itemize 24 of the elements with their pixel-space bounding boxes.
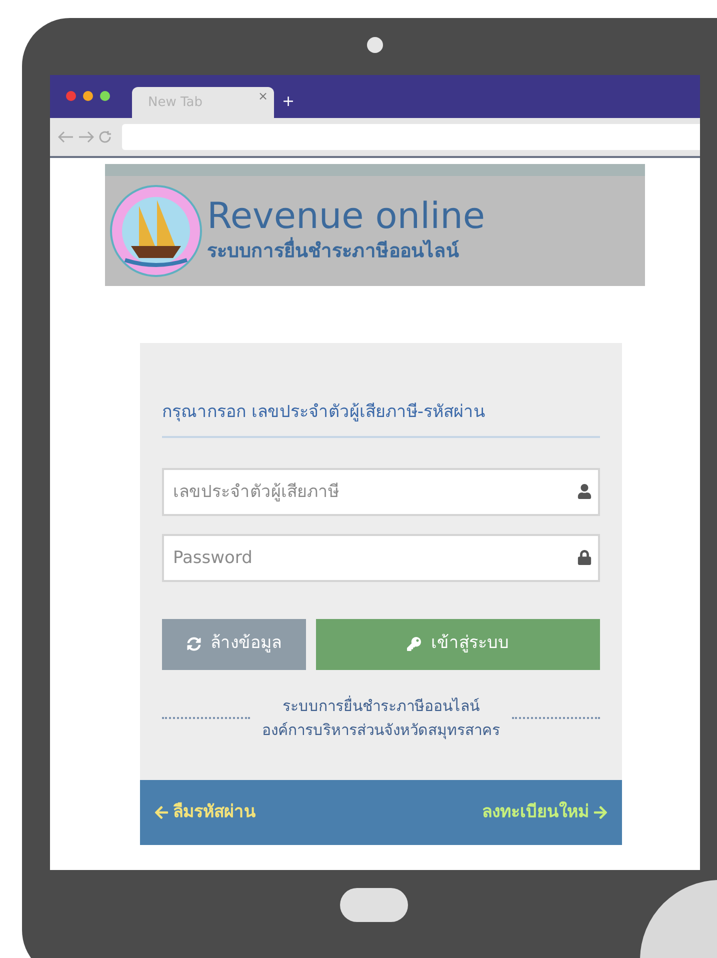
- back-arrow-icon[interactable]: [58, 131, 74, 143]
- footer-text: ระบบการยื่นชำระภาษีออนไลน์: [282, 694, 480, 716]
- key-icon: [407, 637, 421, 651]
- lock-icon: [577, 550, 592, 565]
- clear-button[interactable]: ล้างข้อมูล: [162, 618, 306, 670]
- refresh-icon: [186, 637, 200, 651]
- login-button[interactable]: เข้าสู่ระบบ: [316, 618, 600, 670]
- register-link[interactable]: ลงทะเบียนใหม่: [482, 800, 608, 826]
- input-field[interactable]: เลขประจำตัวผู้เสียภาษี: [162, 468, 600, 516]
- site-title: Revenue online: [207, 196, 486, 237]
- home-button[interactable]: [340, 888, 408, 922]
- reload-icon[interactable]: [98, 130, 112, 144]
- site-subtitle: ระบบการยื่นชำระภาษีออนไลน์: [207, 236, 486, 266]
- tab-close[interactable]: ×: [258, 87, 268, 105]
- forward-arrow-icon[interactable]: [78, 131, 94, 143]
- user-icon: [577, 484, 592, 499]
- arrow-right-icon: [593, 805, 608, 820]
- address-field[interactable]: [122, 124, 700, 150]
- login-heading: กรุณากรอก เลขประจำตัวผู้เสียภาษี-รหัสผ่าน: [162, 400, 600, 438]
- arrow-left-icon: [154, 805, 169, 820]
- new-tab[interactable]: +: [282, 90, 295, 112]
- forgot-password-link[interactable]: ลืมรหัสผ่าน: [154, 800, 256, 826]
- footer-text: องค์การบริหารส่วนจังหวัดสมุทรสาคร: [262, 720, 500, 742]
- input-field[interactable]: Password: [162, 534, 600, 582]
